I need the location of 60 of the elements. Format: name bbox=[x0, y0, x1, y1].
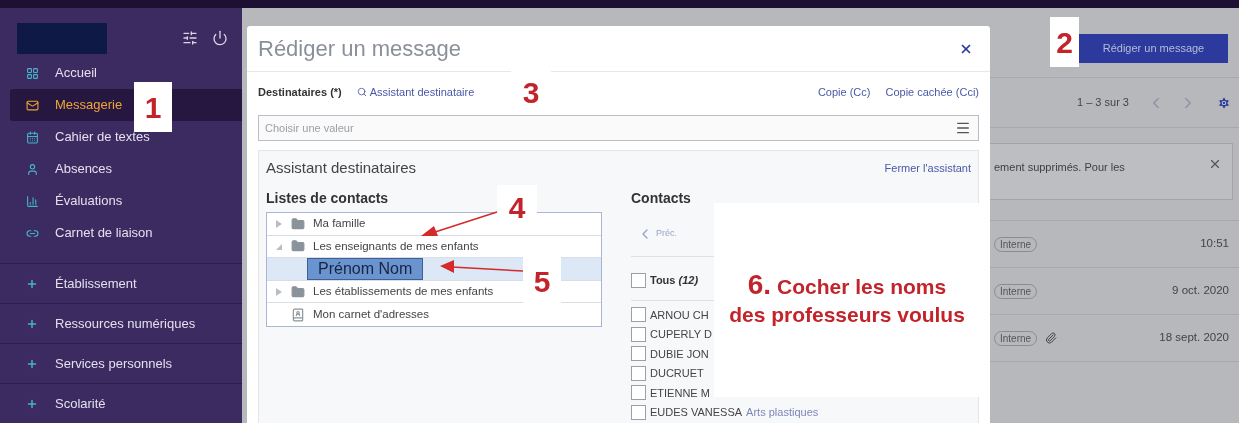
address-book-icon bbox=[291, 307, 305, 322]
checkbox[interactable] bbox=[631, 326, 646, 342]
select-all-label: Tous (12) bbox=[650, 273, 699, 289]
recipients-field[interactable]: Choisir une valeur bbox=[258, 115, 979, 141]
contact-name: DUCRUET bbox=[650, 366, 704, 381]
contact-name: EUDES VANESSA bbox=[650, 405, 743, 420]
notice-text: ement supprimés. Pour les bbox=[994, 160, 1126, 175]
plus-icon bbox=[26, 277, 38, 290]
checkbox[interactable] bbox=[631, 346, 646, 362]
caret-right-icon[interactable] bbox=[275, 218, 283, 229]
panel-title: Assistant destinataires bbox=[266, 157, 417, 178]
contact-name: ETIENNE M bbox=[650, 385, 710, 401]
section-heading: Contacts bbox=[631, 188, 691, 208]
contact-name: CUPERLY D bbox=[650, 327, 712, 342]
contact-subject: Arts plastiques bbox=[746, 405, 819, 420]
nav-icon bbox=[26, 66, 39, 80]
contact-name: ARNOU CH bbox=[650, 307, 709, 323]
checkbox[interactable] bbox=[631, 307, 646, 323]
field-label: Destinataires (*) bbox=[258, 84, 342, 100]
annotation-tooltip: 1 bbox=[134, 82, 172, 132]
nav-item[interactable]: Carnet de liaison bbox=[10, 217, 242, 249]
nav-icon bbox=[26, 98, 39, 112]
folder-icon bbox=[291, 284, 305, 299]
checkbox[interactable] bbox=[631, 365, 646, 381]
nav-icon bbox=[26, 194, 39, 208]
plus-icon bbox=[26, 397, 38, 410]
nav-icon bbox=[26, 162, 39, 176]
nav-item[interactable]: Absences bbox=[10, 153, 242, 185]
bcc-link[interactable]: Copie cachée (Cci) bbox=[885, 83, 979, 101]
pagination-text: 1 – 3 sur 3 bbox=[1077, 95, 1129, 111]
close-assistant-link[interactable]: Fermer l'assistant bbox=[884, 159, 971, 177]
power-icon[interactable] bbox=[212, 30, 228, 46]
annotation-tooltip: 6. Cocher les noms des professeurs voulus bbox=[714, 203, 980, 397]
compose-button[interactable]: Rédiger un message bbox=[1079, 34, 1228, 63]
cc-link[interactable]: Copie (Cc) bbox=[817, 83, 871, 101]
folder-icon bbox=[291, 239, 305, 254]
annotation-tooltip: 5 bbox=[523, 257, 561, 305]
annotation-tooltip: 2 bbox=[1050, 17, 1079, 67]
close-icon[interactable] bbox=[1208, 157, 1222, 171]
sliders-icon[interactable] bbox=[182, 30, 198, 46]
dialog-title: Rédiger un message bbox=[258, 35, 461, 63]
folder-icon bbox=[291, 216, 305, 231]
section-heading: Listes de contacts bbox=[266, 188, 389, 208]
message-date: 18 sept. 2020 bbox=[1159, 330, 1229, 346]
checkbox[interactable] bbox=[631, 385, 646, 401]
paperclip-icon bbox=[1045, 332, 1058, 344]
contact-name: DUBIE JON bbox=[650, 346, 709, 362]
nav-icon bbox=[26, 130, 39, 144]
search-icon bbox=[356, 87, 367, 97]
plus-icon bbox=[26, 317, 38, 330]
menu-icon[interactable] bbox=[955, 120, 971, 136]
plus-icon bbox=[26, 357, 38, 370]
checkbox[interactable] bbox=[631, 273, 646, 288]
caret-right-icon[interactable] bbox=[275, 286, 283, 297]
settings-icon[interactable] bbox=[1217, 95, 1231, 110]
assistant-link[interactable]: Assistant destinataire bbox=[356, 83, 475, 101]
checkbox[interactable] bbox=[631, 404, 646, 420]
message-date: 10:51 bbox=[1200, 236, 1229, 252]
nav-item[interactable]: Évaluations bbox=[10, 185, 242, 217]
message-date: 9 oct. 2020 bbox=[1172, 283, 1229, 299]
